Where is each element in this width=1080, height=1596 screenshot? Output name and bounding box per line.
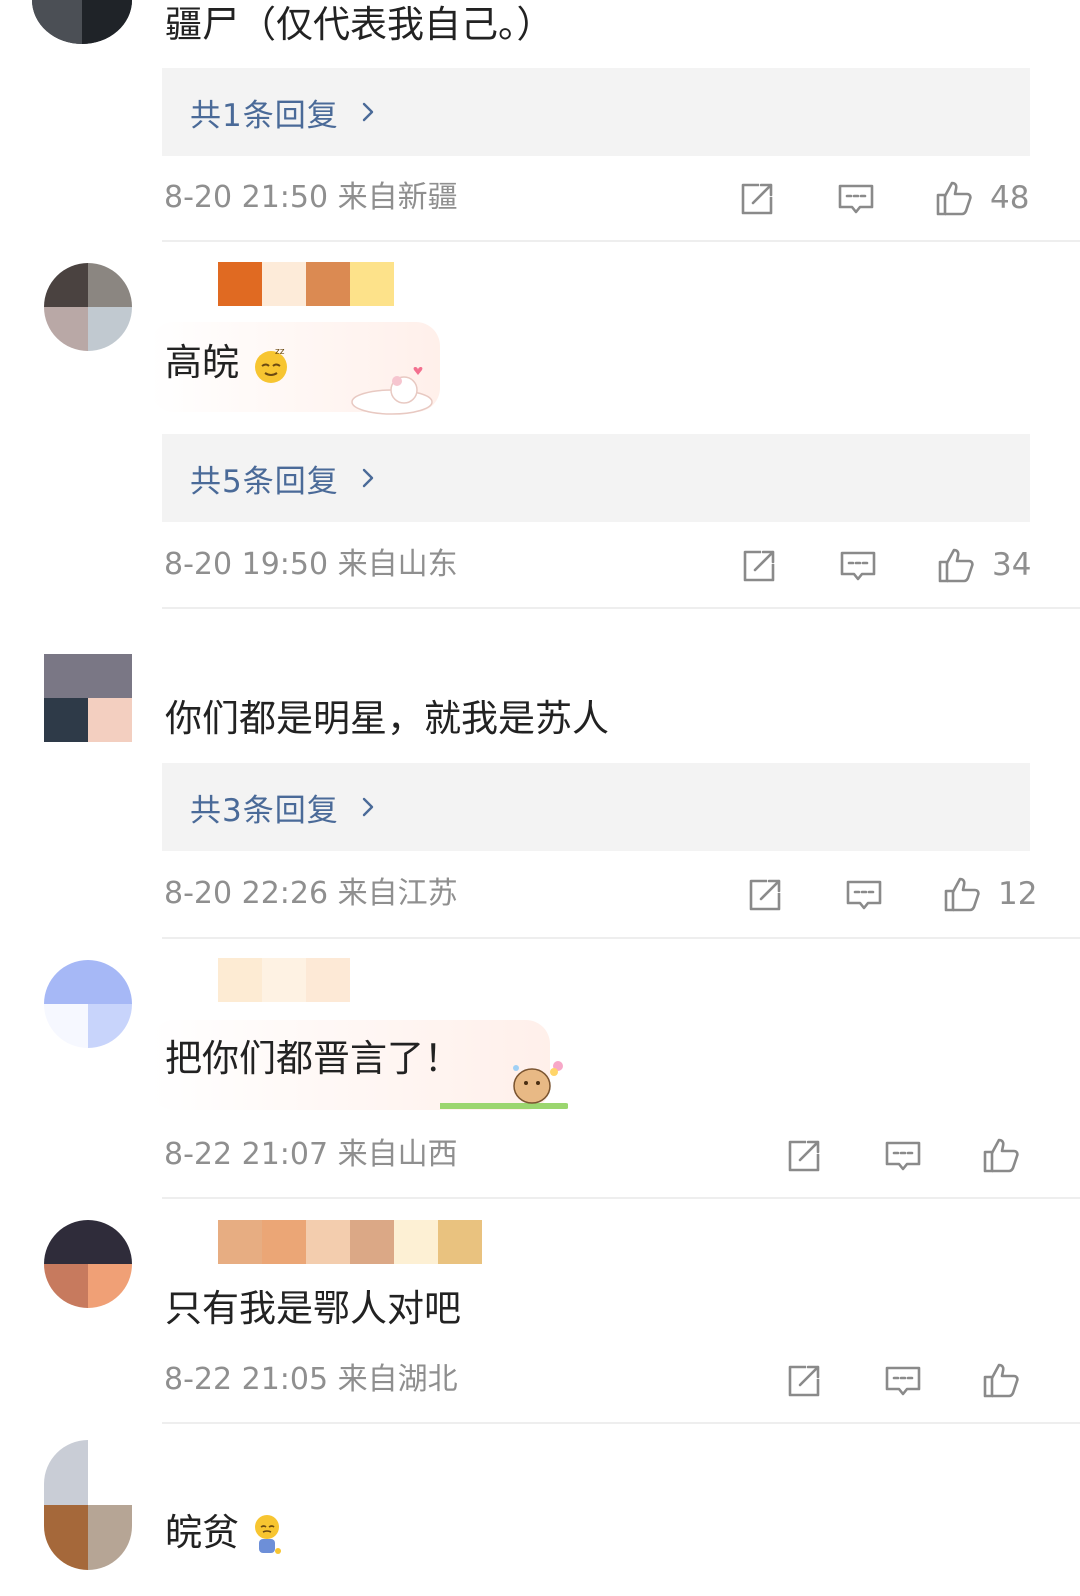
divider: [162, 240, 1080, 242]
comment-icon: [885, 1366, 921, 1396]
like-icon: [983, 1138, 1019, 1173]
like-count: 12: [998, 876, 1038, 912]
like-icon: [936, 181, 972, 216]
comment-icon: [840, 551, 876, 581]
username-redacted[interactable]: [218, 262, 394, 306]
comment-text: 你们都是明星，就我是苏人: [165, 697, 609, 740]
share-button[interactable]: [784, 1361, 824, 1401]
avatar[interactable]: [44, 654, 132, 742]
like-icon: [983, 1363, 1019, 1398]
share-button[interactable]: [784, 1136, 824, 1176]
avatar[interactable]: [44, 1220, 132, 1308]
like-icon: [944, 877, 980, 912]
chevron-right-icon: [362, 797, 373, 817]
like-count: 34: [992, 547, 1032, 583]
replies-label: 共1条回复: [190, 97, 339, 134]
sticker-rabbit-icon: [351, 367, 433, 415]
share-icon: [743, 550, 775, 582]
view-replies-button[interactable]: 共3条回复: [162, 763, 1030, 851]
like-button[interactable]: [981, 1135, 1021, 1175]
comment-icon: [838, 184, 874, 214]
avatar[interactable]: [32, 0, 132, 44]
chevron-right-icon: [362, 102, 373, 122]
replies-label: 共5条回复: [190, 463, 339, 500]
comment-list: 疆尸（仅代表我自己。） 共1条回复 8-20 21:50 来自新疆 48 高皖 …: [0, 0, 1080, 1596]
comment-text: 疆尸（仅代表我自己。）: [165, 3, 554, 46]
reply-button[interactable]: [844, 875, 884, 915]
username-redacted[interactable]: [218, 1220, 482, 1264]
like-count: 48: [990, 180, 1030, 216]
view-replies-button[interactable]: 共1条回复: [162, 68, 1030, 156]
replies-label: 共3条回复: [190, 792, 339, 829]
avatar[interactable]: [44, 960, 132, 1048]
comment-meta: 8-20 22:26 来自江苏: [164, 876, 458, 911]
chevron-right-icon: [362, 468, 373, 488]
reply-button[interactable]: [883, 1361, 923, 1401]
like-button[interactable]: [981, 1360, 1021, 1400]
share-icon: [788, 1365, 820, 1397]
sleepy-emoji-icon: zz: [254, 347, 287, 383]
share-button[interactable]: [737, 179, 777, 219]
sweat-emoji-icon: [254, 1514, 281, 1554]
comment-meta: 8-22 21:07 来自山西: [164, 1137, 458, 1172]
sticker-bear-icon: [440, 1061, 568, 1109]
share-icon: [788, 1140, 820, 1172]
share-button[interactable]: [739, 546, 779, 586]
reply-button[interactable]: [838, 546, 878, 586]
like-button[interactable]: [934, 178, 974, 218]
divider: [162, 607, 1080, 609]
divider: [162, 1422, 1080, 1424]
like-button[interactable]: [942, 874, 982, 914]
view-replies-button[interactable]: 共5条回复: [162, 434, 1030, 522]
divider: [162, 937, 1080, 939]
comment-icon: [885, 1141, 921, 1171]
comment-text: 只有我是鄂人对吧: [165, 1287, 461, 1330]
avatar[interactable]: [44, 263, 132, 351]
comment-meta: 8-20 21:50 来自新疆: [164, 180, 458, 215]
comment-meta: 8-20 19:50 来自山东: [164, 547, 458, 582]
comment-icon: [846, 880, 882, 910]
comment-meta: 8-22 21:05 来自湖北: [164, 1362, 458, 1397]
comment-text: 高皖 zz: [165, 338, 291, 388]
reply-button[interactable]: [836, 179, 876, 219]
username-redacted[interactable]: [218, 958, 394, 1002]
share-icon: [749, 879, 781, 911]
like-icon: [938, 548, 974, 583]
reply-button[interactable]: [883, 1136, 923, 1176]
comment-text: 把你们都晋言了！: [165, 1037, 461, 1080]
share-icon: [741, 183, 773, 215]
like-button[interactable]: [936, 545, 976, 585]
comment-text: 皖贫: [165, 1508, 285, 1558]
avatar[interactable]: [44, 1440, 132, 1570]
share-button[interactable]: [745, 875, 785, 915]
svg-text:zz: zz: [275, 347, 285, 357]
divider: [162, 1197, 1080, 1199]
